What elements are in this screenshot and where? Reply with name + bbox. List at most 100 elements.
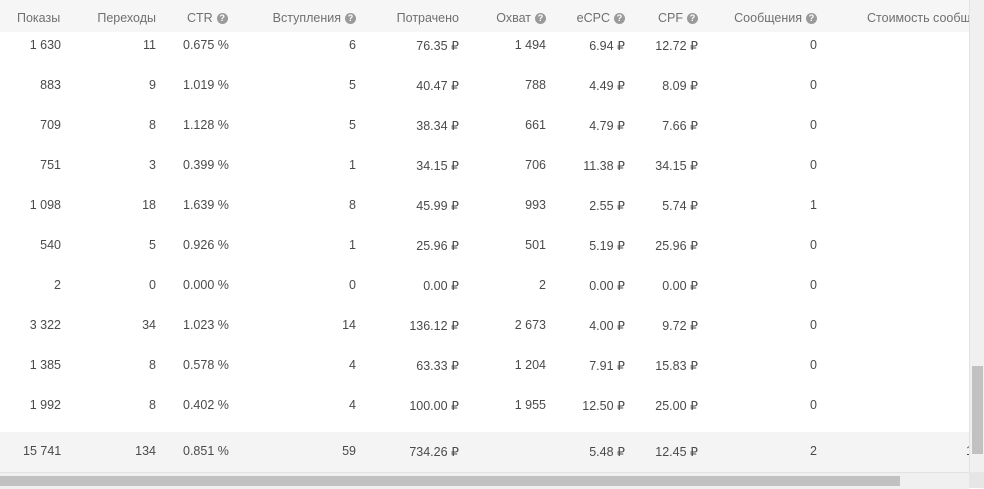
- cell-ecpc: 12.50 ₽: [582, 399, 625, 413]
- col-header-cpf[interactable]: CPF?: [658, 11, 698, 25]
- cell-clicks: 9: [149, 78, 156, 92]
- table-row[interactable]: 2 0 0.000 % 0 0.00 ₽ 2 0.00 ₽ 0.00 ₽ 0: [0, 272, 969, 313]
- table-row[interactable]: 1 992 8 0.402 % 4 100.00 ₽ 1 955 12.50 ₽ 25.00 …: [0, 392, 969, 433]
- cell-cpf: 15.83 ₽: [655, 359, 698, 373]
- cell-shows: 1 630: [29, 38, 61, 52]
- cell-spent: 100.00 ₽: [409, 399, 459, 413]
- help-icon[interactable]: ?: [614, 13, 625, 24]
- cell-reach: 501: [525, 238, 546, 252]
- cell-spent: 34.15 ₽: [416, 159, 459, 173]
- cell-joins: 1: [349, 158, 356, 172]
- cell-ecpc: 5.19 ₽: [589, 239, 625, 253]
- cell-joins: 5: [349, 78, 356, 92]
- total-ctr: 0.851 %: [183, 444, 229, 458]
- total-clicks: 134: [135, 444, 156, 458]
- col-header-spent[interactable]: Потрачено: [397, 11, 459, 25]
- cell-cpf: 5.74 ₽: [662, 199, 698, 213]
- cell-joins: 5: [349, 118, 356, 132]
- cell-messages: 0: [810, 358, 817, 372]
- col-header-msg-cost[interactable]: Стоимость сообщ?: [867, 11, 969, 25]
- cell-clicks: 3: [149, 158, 156, 172]
- col-header-ctr[interactable]: CTR?: [187, 11, 228, 25]
- cell-ecpc: 11.38 ₽: [583, 159, 625, 173]
- table-row[interactable]: 751 3 0.399 % 1 34.15 ₽ 706 11.38 ₽ 34.15 ₽ 0: [0, 152, 969, 193]
- cell-ctr: 0.926 %: [183, 238, 229, 252]
- cell-shows: 3 322: [29, 318, 61, 332]
- horizontal-scroll-thumb[interactable]: [0, 476, 900, 486]
- cell-shows: 883: [40, 78, 61, 92]
- cell-spent: 136.12 ₽: [409, 319, 459, 333]
- cell-ecpc: 7.91 ₽: [589, 359, 625, 373]
- cell-ecpc: 4.49 ₽: [589, 79, 625, 93]
- total-shows: 15 741: [23, 444, 62, 458]
- help-icon[interactable]: ?: [806, 13, 817, 24]
- help-icon[interactable]: ?: [216, 13, 228, 24]
- cell-ctr: 0.578 %: [183, 358, 229, 372]
- vertical-scroll-thumb[interactable]: [972, 366, 983, 454]
- total-ecpc: 5.48 ₽: [589, 445, 625, 459]
- cell-cpf: 34.15 ₽: [655, 159, 698, 173]
- stats-table: Показы Переходы CTR? Вступления? Потраче…: [0, 0, 969, 472]
- cell-ctr: 1.639 %: [183, 198, 229, 212]
- total-cpf: 12.45 ₽: [655, 445, 698, 459]
- cell-shows: 1 098: [29, 198, 61, 212]
- cell-messages: 0: [810, 38, 817, 52]
- cell-joins: 6: [349, 38, 356, 52]
- help-icon[interactable]: ?: [687, 13, 698, 24]
- table-row[interactable]: 1 630 11 0.675 % 6 76.35 ₽ 1 494 6.94 ₽ 12.72 ₽…: [0, 32, 969, 73]
- cell-joins: 1: [349, 238, 356, 252]
- cell-joins: 14: [342, 318, 356, 332]
- cell-clicks: 5: [149, 238, 156, 252]
- cell-reach: 706: [525, 158, 546, 172]
- cell-cpf: 0.00 ₽: [662, 279, 698, 293]
- cell-ctr: 0.402 %: [183, 398, 229, 412]
- total-spent: 734.26 ₽: [409, 445, 459, 459]
- col-header-clicks[interactable]: Переходы: [97, 11, 156, 25]
- table-row[interactable]: 540 5 0.926 % 1 25.96 ₽ 501 5.19 ₽ 25.96 ₽ 0: [0, 232, 969, 273]
- col-header-joins[interactable]: Вступления?: [273, 11, 356, 25]
- col-header-messages[interactable]: Сообщения?: [734, 11, 817, 25]
- cell-spent: 76.35 ₽: [416, 39, 459, 53]
- table-row[interactable]: 883 9 1.019 % 5 40.47 ₽ 788 4.49 ₽ 8.09 ₽ 0: [0, 72, 969, 113]
- cell-shows: 1 385: [29, 358, 61, 372]
- col-header-ecpc[interactable]: eCPC?: [577, 11, 625, 25]
- cell-ctr: 1.023 %: [183, 318, 229, 332]
- cell-clicks: 18: [142, 198, 156, 212]
- table-row[interactable]: 1 098 18 1.639 % 8 45.99 ₽ 993 2.55 ₽ 5.74 ₽ 1: [0, 192, 969, 233]
- cell-messages: 0: [810, 398, 817, 412]
- cell-ctr: 1.128 %: [183, 118, 229, 132]
- cell-reach: 1 494: [514, 38, 546, 52]
- cell-cpf: 9.72 ₽: [662, 319, 698, 333]
- col-header-shows[interactable]: Показы: [17, 11, 60, 25]
- cell-joins: 0: [349, 278, 356, 292]
- horizontal-scrollbar[interactable]: [0, 472, 969, 489]
- cell-spent: 63.33 ₽: [416, 359, 459, 373]
- scrollbar-corner: [969, 472, 984, 488]
- table-row[interactable]: 3 322 34 1.023 % 14 136.12 ₽ 2 673 4.00 ₽ 9.72 …: [0, 312, 969, 353]
- cell-ctr: 0.675 %: [183, 38, 229, 52]
- cell-ecpc: 2.55 ₽: [589, 199, 625, 213]
- cell-clicks: 8: [149, 118, 156, 132]
- vertical-scrollbar[interactable]: [969, 0, 984, 472]
- cell-messages: 1: [810, 198, 817, 212]
- cell-clicks: 34: [142, 318, 156, 332]
- cell-ecpc: 4.00 ₽: [589, 319, 625, 333]
- cell-messages: 0: [810, 318, 817, 332]
- cell-reach: 1 955: [514, 398, 546, 412]
- cell-shows: 1 992: [29, 398, 61, 412]
- cell-reach: 1 204: [514, 358, 546, 372]
- cell-messages: 0: [810, 78, 817, 92]
- help-icon[interactable]: ?: [345, 13, 356, 24]
- col-header-reach[interactable]: Охват?: [496, 11, 546, 25]
- cell-joins: 4: [349, 398, 356, 412]
- cell-spent: 40.47 ₽: [416, 79, 459, 93]
- table-row[interactable]: 709 8 1.128 % 5 38.34 ₽ 661 4.79 ₽ 7.66 ₽ 0: [0, 112, 969, 153]
- table-row[interactable]: 1 385 8 0.578 % 4 63.33 ₽ 1 204 7.91 ₽ 15.83 ₽ 0: [0, 352, 969, 393]
- cell-ecpc: 4.79 ₽: [589, 119, 625, 133]
- cell-spent: 45.99 ₽: [416, 199, 459, 213]
- cell-clicks: 0: [149, 278, 156, 292]
- help-icon[interactable]: ?: [535, 13, 546, 24]
- cell-ctr: 0.399 %: [183, 158, 229, 172]
- cell-ctr: 1.019 %: [183, 78, 229, 92]
- cell-messages: 0: [810, 238, 817, 252]
